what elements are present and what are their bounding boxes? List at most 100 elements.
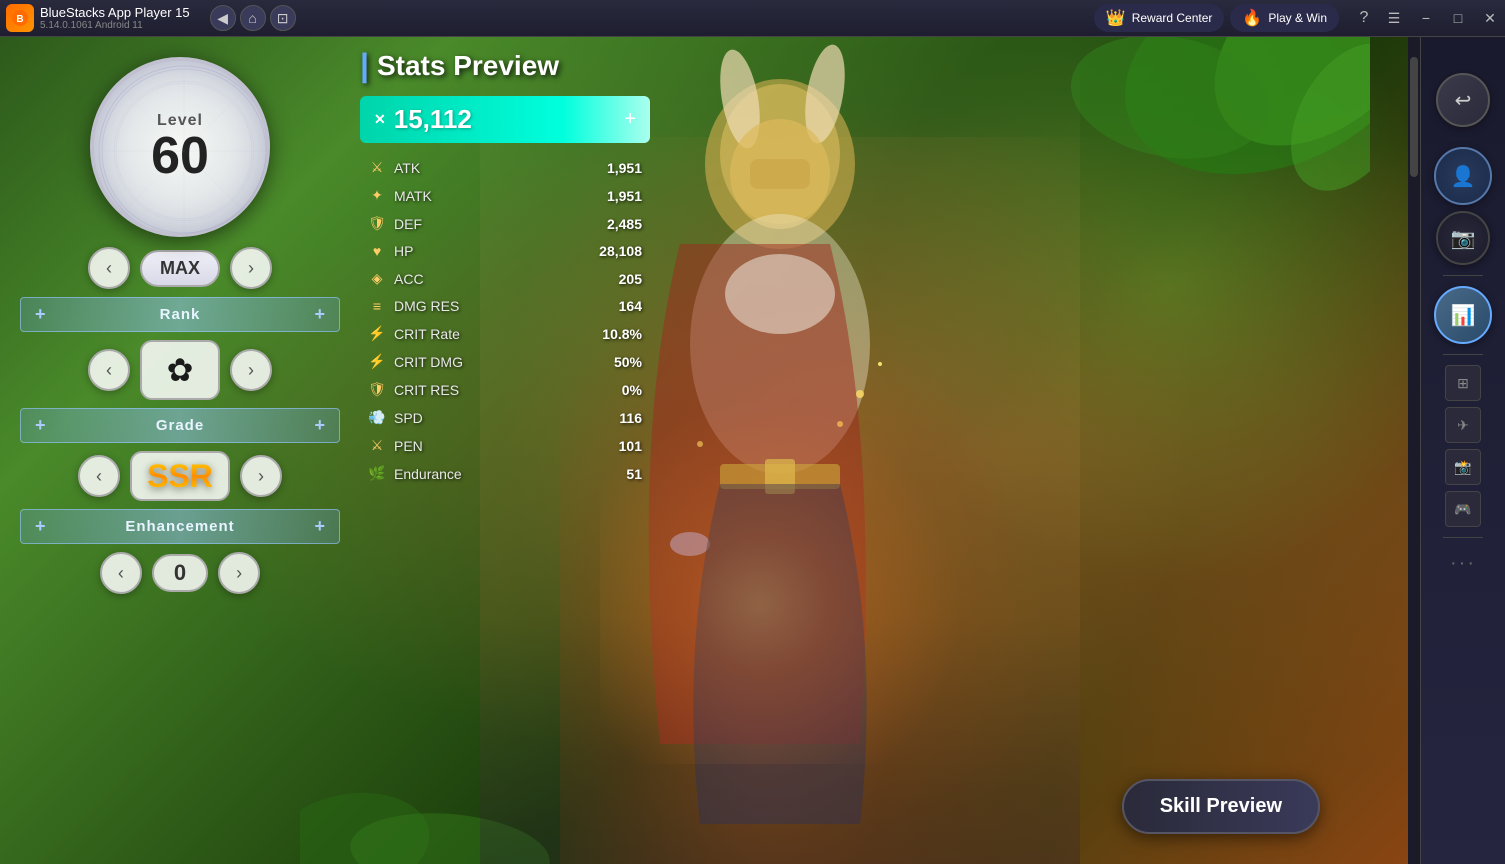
sidebar-more-btn[interactable]: ··· — [1450, 552, 1476, 575]
rank-label: Rank — [160, 306, 201, 323]
stat-row-pen: ⚔ PEN 101 — [360, 433, 650, 458]
sidebar-divider-3 — [1443, 537, 1483, 538]
acc-icon: ◈ — [368, 270, 386, 287]
user-icon: 👤 — [1451, 164, 1476, 189]
window-controls: ☰ − □ ✕ — [1379, 0, 1505, 37]
max-label: MAX — [140, 250, 220, 287]
acc-name: ACC — [394, 271, 584, 287]
sidebar-layout-btn[interactable]: ⊞ — [1445, 365, 1481, 401]
enhancement-value: 0 — [152, 554, 208, 592]
acc-value: 205 — [592, 271, 642, 287]
enhancement-plus-left[interactable]: + — [35, 516, 46, 537]
plane-icon: ✈ — [1457, 417, 1469, 434]
sidebar-photo-btn[interactable]: 📷 — [1436, 211, 1490, 265]
rank-plus-left[interactable]: + — [35, 304, 46, 325]
titlebar-nav: ◀ ⌂ ⊡ — [210, 5, 296, 31]
left-panel: Level 60 ‹ MAX › + Rank + ‹ ✿ › + Grade … — [20, 57, 340, 602]
menu-btn[interactable]: ☰ — [1379, 0, 1409, 37]
grade-plus-right[interactable]: + — [314, 415, 325, 436]
enhancement-section-header: + Enhancement + — [20, 509, 340, 544]
play-win-btn[interactable]: 🔥 Play & Win — [1230, 4, 1339, 32]
hp-icon: ♥ — [368, 243, 386, 259]
stat-row-critdmg: ⚡ CRIT DMG 50% — [360, 349, 650, 374]
critdmg-icon: ⚡ — [368, 353, 386, 370]
multi-nav-btn[interactable]: ⊡ — [270, 5, 296, 31]
close-btn[interactable]: ✕ — [1475, 0, 1505, 37]
sidebar-back-btn[interactable]: ↩ — [1436, 73, 1490, 127]
camera-icon: 📸 — [1454, 459, 1471, 476]
grade-next-btn[interactable]: › — [240, 455, 282, 497]
geo-overlay — [94, 61, 266, 233]
back-icon: ↩ — [1455, 88, 1472, 113]
right-sidebar: ↩ 👤 📷 📊 ⊞ ✈ 📸 🎮 ··· — [1420, 37, 1505, 864]
matk-value: 1,951 — [592, 188, 642, 204]
sidebar-camera-btn[interactable]: 📸 — [1445, 449, 1481, 485]
grade-nav-row: ‹ SSR › — [20, 451, 340, 501]
matk-icon: ✦ — [368, 187, 386, 204]
clover-icon: ✿ — [167, 351, 194, 389]
critres-value: 0% — [592, 382, 642, 398]
def-name: DEF — [394, 216, 584, 232]
atk-name: ATK — [394, 160, 584, 176]
enhancement-plus-right[interactable]: + — [314, 516, 325, 537]
pen-value: 101 — [592, 438, 642, 454]
minimize-btn[interactable]: − — [1411, 0, 1441, 37]
gamepad-icon: 🎮 — [1454, 501, 1471, 518]
sidebar-chart-btn[interactable]: 📊 — [1434, 286, 1492, 344]
dmgres-icon: ≡ — [368, 298, 386, 314]
power-value: 15,112 — [394, 104, 472, 135]
sidebar-divider-2 — [1443, 354, 1483, 355]
game-area: Level 60 ‹ MAX › + Rank + ‹ ✿ › + Grade … — [0, 37, 1420, 864]
ssr-label: SSR — [147, 458, 213, 495]
level-next-btn[interactable]: › — [230, 247, 272, 289]
hp-name: HP — [394, 243, 584, 259]
skill-preview-btn[interactable]: Skill Preview — [1122, 779, 1320, 834]
sidebar-plane-btn[interactable]: ✈ — [1445, 407, 1481, 443]
matk-name: MATK — [394, 188, 584, 204]
maximize-btn[interactable]: □ — [1443, 0, 1473, 37]
stat-row-atk: ⚔ ATK 1,951 — [360, 155, 650, 180]
atk-value: 1,951 — [592, 160, 642, 176]
stat-row-matk: ✦ MATK 1,951 — [360, 183, 650, 208]
critres-name: CRIT RES — [394, 382, 584, 398]
svg-text:B: B — [16, 14, 23, 25]
enhancement-label: Enhancement — [125, 518, 234, 535]
stats-list: ⚔ ATK 1,951 ✦ MATK 1,951 🛡 DEF 2,485 ♥ H… — [360, 155, 650, 486]
stat-row-critres: 🛡 CRIT RES 0% — [360, 377, 650, 402]
spd-name: SPD — [394, 410, 584, 426]
rank-next-btn[interactable]: › — [230, 349, 272, 391]
rank-prev-btn[interactable]: ‹ — [88, 349, 130, 391]
enhancement-nav-row: ‹ 0 › — [20, 552, 340, 594]
sidebar-divider-1 — [1443, 275, 1483, 276]
critrate-name: CRIT Rate — [394, 326, 584, 342]
stat-row-dmgres: ≡ DMG RES 164 — [360, 294, 650, 318]
rank-section-header: + Rank + — [20, 297, 340, 332]
level-prev-btn[interactable]: ‹ — [88, 247, 130, 289]
enhancement-next-btn[interactable]: › — [218, 552, 260, 594]
home-nav-btn[interactable]: ⌂ — [240, 5, 266, 31]
stat-row-critrate: ⚡ CRIT Rate 10.8% — [360, 321, 650, 346]
enhancement-prev-btn[interactable]: ‹ — [100, 552, 142, 594]
grade-plus-left[interactable]: + — [35, 415, 46, 436]
sidebar-user-btn[interactable]: 👤 — [1434, 147, 1492, 205]
stats-panel: Stats Preview ✕ 15,112 + ⚔ ATK 1,951 ✦ M… — [360, 47, 650, 486]
rank-plus-right[interactable]: + — [314, 304, 325, 325]
spd-icon: 💨 — [368, 409, 386, 426]
critdmg-name: CRIT DMG — [394, 354, 584, 370]
titlebar: B BlueStacks App Player 15 5.14.0.1061 A… — [0, 0, 1505, 37]
power-plus-btn[interactable]: + — [624, 108, 636, 131]
rank-badge: ✿ — [140, 340, 220, 400]
reward-center-btn[interactable]: 👑 Reward Center — [1094, 4, 1225, 32]
help-btn[interactable]: ? — [1349, 0, 1379, 37]
critrate-icon: ⚡ — [368, 325, 386, 342]
photo-icon: 📷 — [1451, 226, 1476, 251]
scrollbar-thumb[interactable] — [1410, 57, 1418, 177]
grade-prev-btn[interactable]: ‹ — [78, 455, 120, 497]
rank-nav-row: ‹ ✿ › — [20, 340, 340, 400]
back-nav-btn[interactable]: ◀ — [210, 5, 236, 31]
chart-icon: 📊 — [1451, 303, 1476, 328]
power-bar: ✕ 15,112 + — [360, 96, 650, 143]
stat-row-spd: 💨 SPD 116 — [360, 405, 650, 430]
sidebar-gamepad-btn[interactable]: 🎮 — [1445, 491, 1481, 527]
dmgres-name: DMG RES — [394, 298, 584, 314]
